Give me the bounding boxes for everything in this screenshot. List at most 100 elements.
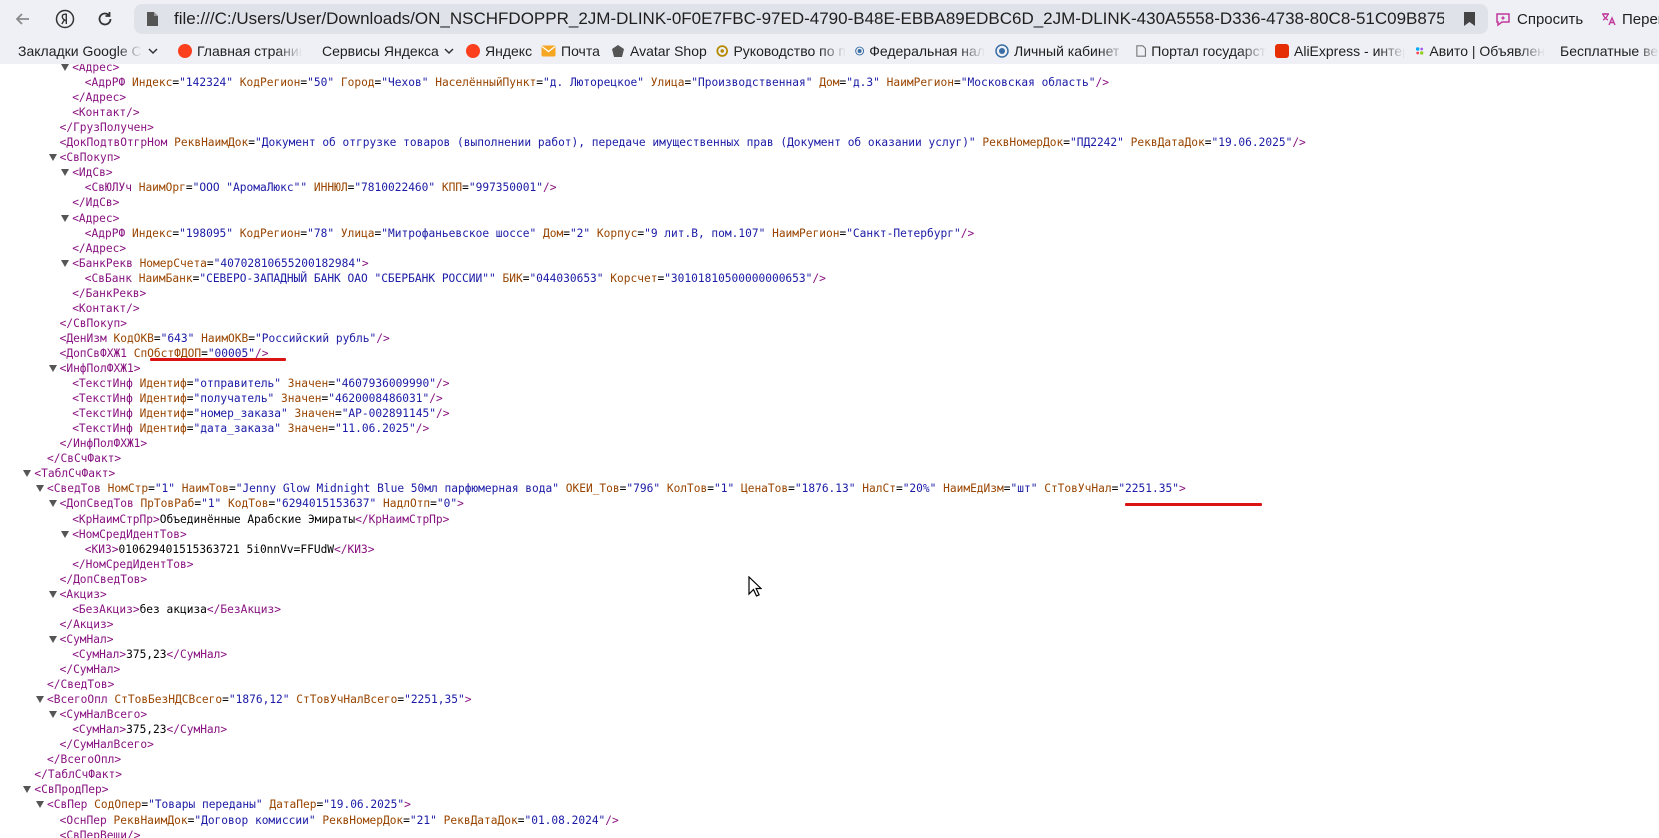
bookmark-mail[interactable]: Почта (541, 38, 601, 64)
xml-tag: > (108, 467, 116, 481)
xml-attr-value: "1876.13" (794, 482, 856, 496)
expand-triangle-icon[interactable] (48, 590, 57, 598)
xml-close-tag: </СвСчФакт> (47, 452, 122, 466)
xml-attr-value: "044030653" (529, 271, 604, 285)
xml-attr-name: РеквНаимДок (174, 136, 249, 150)
bookmark-personal-account[interactable]: Личный кабинет (995, 38, 1125, 64)
xml-attr-value: "78" (307, 226, 335, 240)
back-button[interactable] (10, 6, 36, 32)
bookmark-icon[interactable] (1463, 11, 1476, 27)
expand-triangle-icon[interactable] (61, 64, 70, 71)
xml-close-tag: </ТаблСчФакт> (34, 768, 122, 782)
expand-triangle-icon[interactable] (36, 696, 44, 704)
gear-icon (716, 45, 729, 57)
reload-icon (98, 12, 112, 26)
ask-button[interactable]: Спросить (1495, 4, 1595, 34)
xml-attr-value: "20%" (902, 482, 937, 496)
chevron-down-icon[interactable] (148, 47, 158, 55)
xml-tag: > (140, 708, 148, 722)
xml-attr-name: Город (340, 76, 375, 90)
bookmark-yandex[interactable]: Яндекс (466, 38, 536, 64)
xml-tag: > (404, 798, 411, 812)
bookmark-guide[interactable]: Руководство по п (716, 38, 846, 64)
address-bar[interactable]: file:///C:/Users/User/Downloads/ON_NSCHF… (134, 4, 1488, 34)
expand-triangle-icon[interactable] (48, 365, 57, 372)
equals: = (1003, 482, 1011, 496)
xml-attr-value: "796" (626, 482, 661, 496)
xml-line: <ИнфПолФХЖ1> (48, 361, 141, 376)
expand-triangle-icon[interactable] (23, 470, 32, 478)
expand-triangle-icon[interactable] (23, 786, 32, 794)
xml-tag: <Адрес (72, 211, 113, 225)
expand-triangle-icon[interactable] (36, 801, 44, 809)
xml-attr-value: "40702810655200182984" (213, 256, 362, 270)
equals: = (895, 482, 903, 496)
bookmark-gov-portal[interactable]: Портал государст (1136, 38, 1266, 64)
bookmarks-bar: Закладки Google Ch Главная страница Серв… (0, 38, 1659, 64)
xml-tag: <СвЮЛУч (84, 181, 132, 195)
reload-button[interactable] (92, 6, 118, 32)
xml-close-tag: </ВсегоОпл> (47, 753, 122, 767)
xml-tag: /> (542, 181, 557, 195)
expand-triangle-icon[interactable] (61, 530, 70, 538)
yandex-home-button[interactable] (52, 6, 78, 32)
expand-triangle-icon[interactable] (48, 500, 57, 508)
xml-line: <СумНал>375,23</СумНал> (72, 722, 227, 737)
bookmark-yandex-services[interactable]: Сервисы Яндекса (322, 38, 462, 64)
xml-tag: /> (126, 301, 140, 315)
expand-triangle-icon[interactable] (48, 711, 57, 719)
bookmark-free-web[interactable]: Бесплатные веб (1555, 38, 1659, 64)
xml-tag: <ИдСв (72, 166, 106, 180)
red-underline-annotation (1125, 503, 1262, 506)
xml-close-tag: </Акциз> (59, 617, 114, 631)
xml-attr-name: НадлОтп (383, 497, 431, 511)
xml-tag: <ТекстИнф (72, 407, 133, 421)
xml-tag: <Адрес> (72, 64, 120, 74)
xml-attr-name: НаимБанк (138, 271, 193, 285)
translate-button[interactable]: Перев (1600, 4, 1659, 34)
equals: = (222, 693, 229, 707)
bookmark-yandex-home[interactable]: Главная страница (178, 38, 302, 64)
expand-triangle-icon[interactable] (61, 169, 70, 177)
xml-tag: > (133, 362, 141, 375)
xml-line: <БезАкциз>без акциза</БезАкциз> (72, 602, 281, 617)
expand-triangle-icon[interactable] (61, 259, 70, 267)
xml-tag: /> (126, 828, 141, 838)
aliexpress-icon (1275, 44, 1289, 58)
expand-triangle-icon[interactable] (48, 635, 57, 643)
xml-attr-name: НаселённыйПункт (435, 76, 537, 90)
bookmark-aliexpress[interactable]: AliExpress - интер (1275, 38, 1405, 64)
ask-ai-icon (1496, 13, 1510, 27)
xml-attr-value: "4607936009990" (334, 377, 436, 391)
xml-tag: <СвПерВещи (59, 828, 127, 838)
xml-attr-name: Корсчет (610, 271, 658, 285)
xml-attr-value: "2251.35" (1118, 482, 1179, 496)
bookmark-avito[interactable]: Авито | Объявлен (1415, 38, 1545, 64)
equals: = (248, 331, 256, 345)
expand-triangle-icon[interactable] (36, 485, 44, 493)
url-text[interactable]: file:///C:/Users/User/Downloads/ON_NSCHF… (174, 4, 1444, 34)
xml-attr-name: Идентиф (139, 407, 187, 421)
xml-tag: <СвПер (47, 798, 88, 812)
xml-close-tag: </СумНалВсего> (59, 738, 154, 752)
xml-attr-name: Индекс (131, 226, 173, 240)
bookmark-google-folder[interactable]: Закладки Google Ch (18, 38, 142, 64)
xml-attr-value: "6294015153637" (275, 497, 377, 511)
xml-attr-value: "ПД2242" (1070, 136, 1124, 150)
bookmark-tax-service[interactable]: Федеральная нал (855, 38, 985, 64)
expand-triangle-icon[interactable] (61, 214, 70, 222)
xml-attr-name: НалСт (862, 482, 896, 496)
xml-close-tag: </ГрузПолучен> (59, 121, 154, 135)
xml-line: <СумНал> (48, 632, 114, 647)
mail-icon (541, 45, 556, 57)
bookmark-avatar-shop[interactable]: Avatar Shop (611, 38, 711, 64)
expand-triangle-icon[interactable] (48, 154, 57, 162)
ask-label: Спросить (1517, 10, 1584, 28)
